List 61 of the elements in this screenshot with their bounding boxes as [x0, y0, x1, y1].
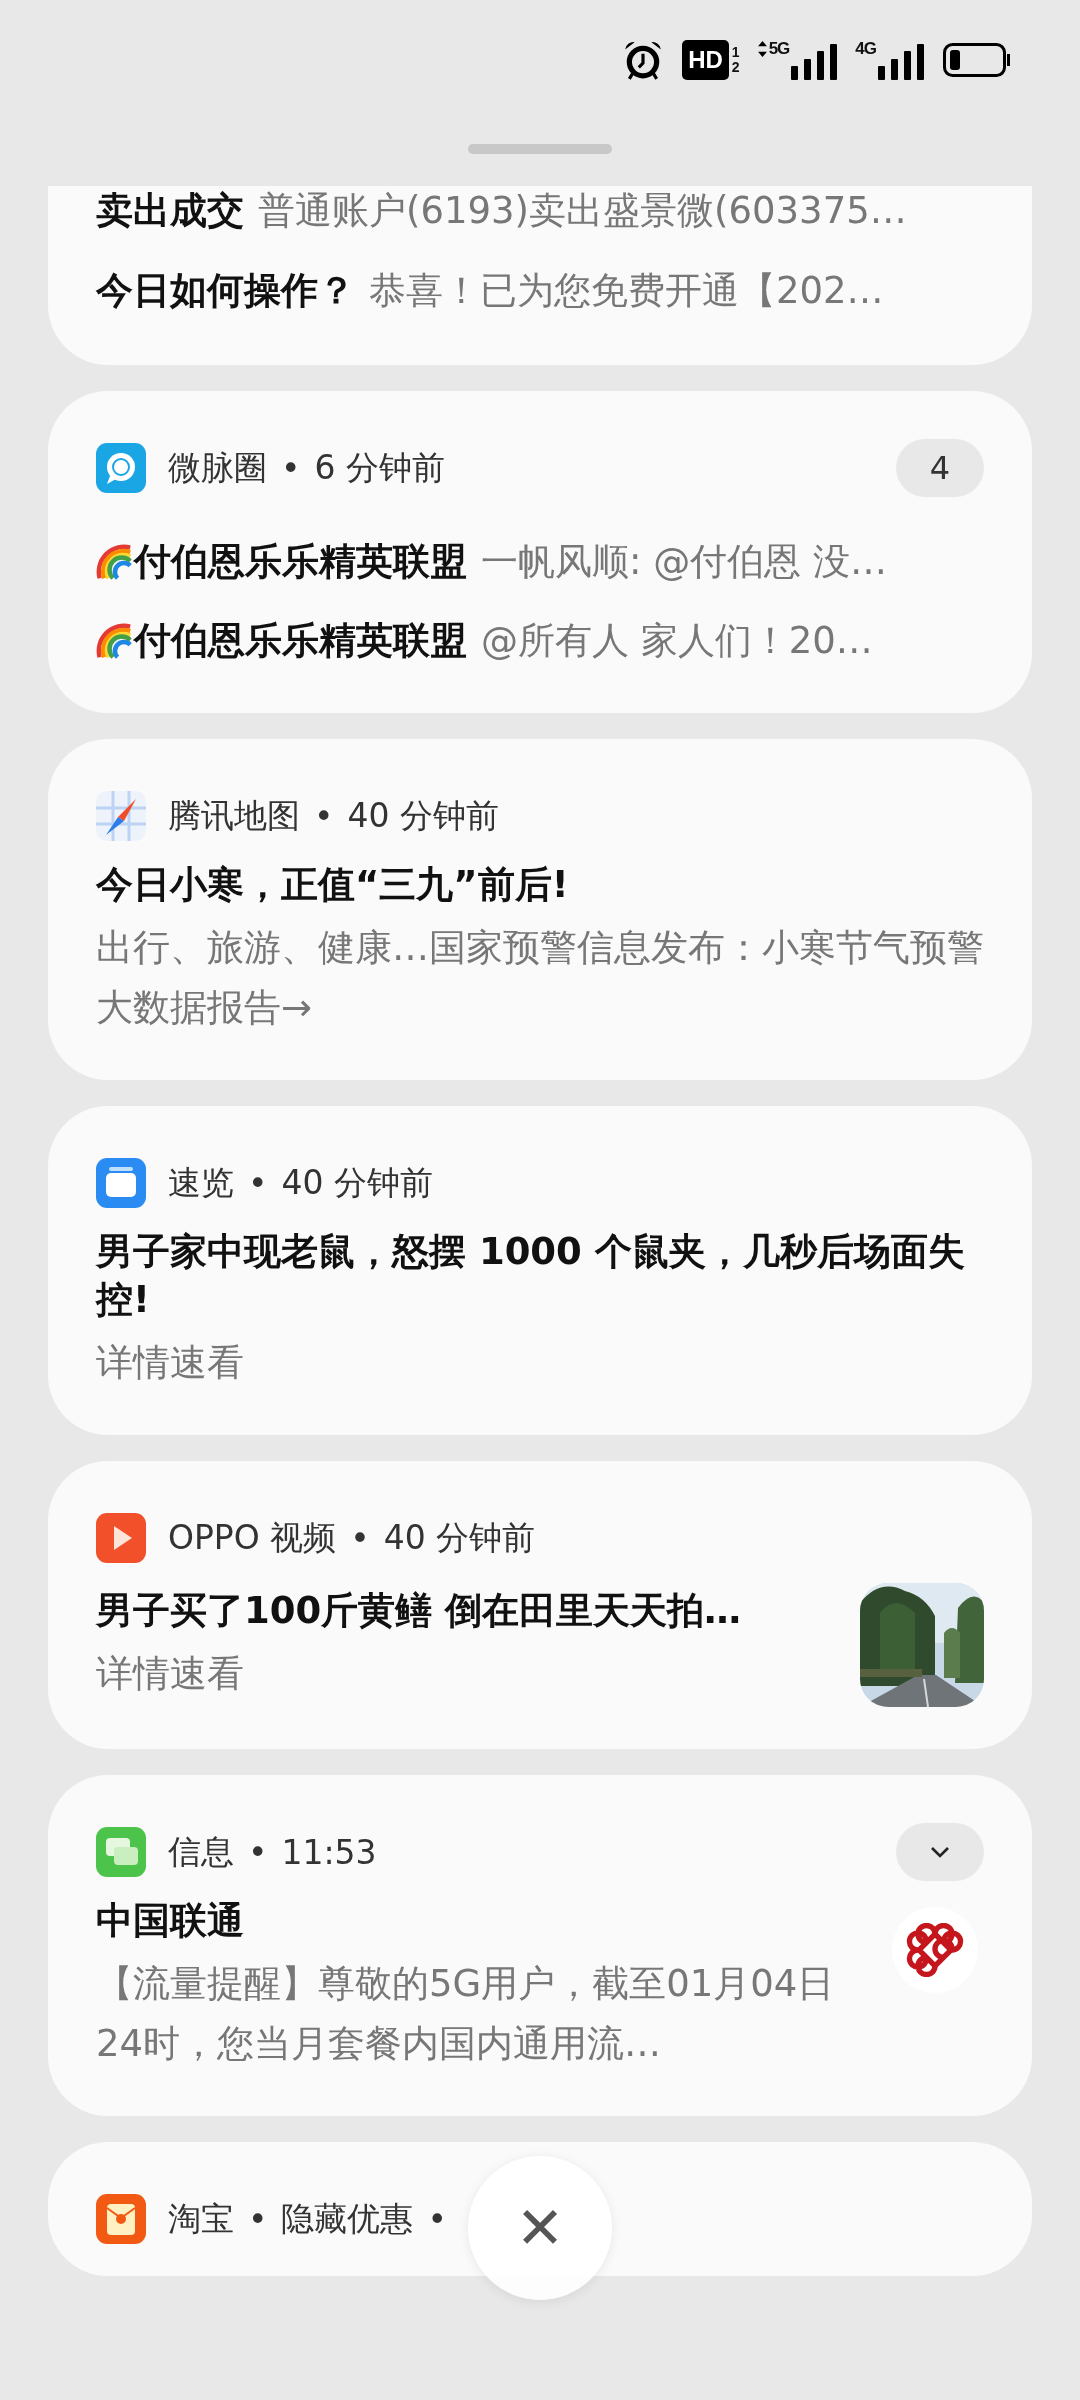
separator-dot: •	[350, 1518, 370, 1558]
notification-card[interactable]: 微脉圈 • 6 分钟前 4 付伯恩乐乐精英联盟 一帆风顺: @付伯恩 没… 付伯恩乐乐精英联盟 @所有人 家人们！20…	[48, 391, 1032, 713]
separator-dot: •	[314, 796, 334, 836]
notification-body: 【流量提醒】尊敬的5G用户，截至01月04日24时，您当月套餐内国内通用流…	[96, 1961, 836, 2067]
count-badge: 4	[896, 439, 984, 497]
message-preview: 一帆风顺: @付伯恩 没…	[481, 539, 887, 585]
data-arrows-icon	[757, 41, 767, 57]
signal-icon	[791, 43, 838, 81]
sim-number: 2	[731, 60, 740, 75]
compass-icon	[96, 791, 146, 841]
separator-dot: •	[248, 1163, 268, 1203]
signal-icon	[878, 43, 924, 81]
chevron-icon	[930, 1846, 950, 1858]
separator-dot: •	[281, 448, 301, 488]
network-label: 5G	[768, 39, 790, 59]
rainbow-icon	[96, 623, 132, 659]
app-name: 信息	[168, 1830, 234, 1873]
drag-handle[interactable]	[468, 144, 612, 154]
network-label: 4G	[855, 39, 876, 59]
chat-bubble-icon	[96, 443, 146, 493]
header-text: 11:53	[281, 1832, 377, 1872]
app-name: 速览	[168, 1161, 234, 1204]
message-preview: 普通账户(6193)卖出盛景微(603375…	[258, 188, 907, 234]
notification-card[interactable]: 速览 • 40 分钟前 男子家中现老鼠，怒摆 1000 个鼠夹，几秒后场面失控! 详情速看	[48, 1106, 1032, 1435]
window-icon	[96, 1158, 146, 1208]
notification-body: 出行、旅游、健康…国家预警信息发布：小寒节气预警大数据报告→	[96, 925, 984, 1031]
hd-badge: HD	[682, 40, 729, 80]
notification-title: 中国联通	[96, 1898, 245, 1944]
play-icon	[96, 1513, 146, 1563]
battery-icon	[942, 43, 1012, 77]
message-preview: @所有人 家人们！20…	[481, 618, 873, 664]
message-preview: 恭喜！已为您免费开通【202…	[369, 268, 884, 314]
notification-card[interactable]: OPPO 视频 • 40 分钟前 男子买了100斤黄鳝 倒在田里天天拍… 详情速看	[48, 1461, 1032, 1749]
app-name: 淘宝	[168, 2197, 234, 2240]
separator-dot: •	[248, 1832, 268, 1872]
header-text: 6 分钟前	[314, 446, 445, 489]
separator-dot: •	[248, 2199, 268, 2239]
header-text: 40 分钟前	[347, 794, 499, 837]
app-name: OPPO 视频	[168, 1516, 337, 1559]
notification-body: 详情速看	[96, 1650, 245, 1697]
envelope-icon	[96, 2194, 146, 2244]
sender-name: 卖出成交	[96, 188, 244, 234]
sender-name: 付伯恩乐乐精英联盟	[134, 618, 467, 664]
notification-card[interactable]: 腾讯地图 • 40 分钟前 今日小寒，正值“三九”前后! 出行、旅游、健康…国家预警信息发布：小寒节气预警大数据报告→	[48, 739, 1032, 1080]
header-text: 40 分钟前	[383, 1516, 536, 1559]
notification-card[interactable]: 信息 • 11:53 中国联通 【流量提醒】尊敬的5G用户，截至01月04日24时，您当月套餐内国内通用流…	[48, 1775, 1032, 2116]
notification-title: 男子家中现老鼠，怒摆 1000 个鼠夹，几秒后场面失控!	[96, 1229, 966, 1323]
app-name: 腾讯地图	[168, 794, 300, 837]
notification-body: 详情速看	[96, 1340, 245, 1386]
app-name: 微脉圈	[168, 446, 267, 489]
notification-title: 今日小寒，正值“三九”前后!	[96, 862, 570, 908]
header-text: 隐藏优惠	[281, 2197, 414, 2240]
sender-name: 今日如何操作？	[96, 268, 355, 314]
sim-number: 1	[731, 45, 740, 60]
message-bubbles-icon	[96, 1827, 146, 1877]
sender-name: 付伯恩乐乐精英联盟	[134, 539, 467, 585]
header-text: 40 分钟前	[281, 1161, 433, 1204]
notification-title: 男子买了100斤黄鳝 倒在田里天天拍…	[96, 1587, 743, 1634]
notification-card[interactable]: 卖出成交 普通账户(6193)卖出盛景微(603375… 今日如何操作？ 恭喜！已为您免费开通【202…	[48, 186, 1032, 365]
rainbow-icon	[96, 544, 132, 580]
separator-dot: •	[427, 2199, 447, 2239]
